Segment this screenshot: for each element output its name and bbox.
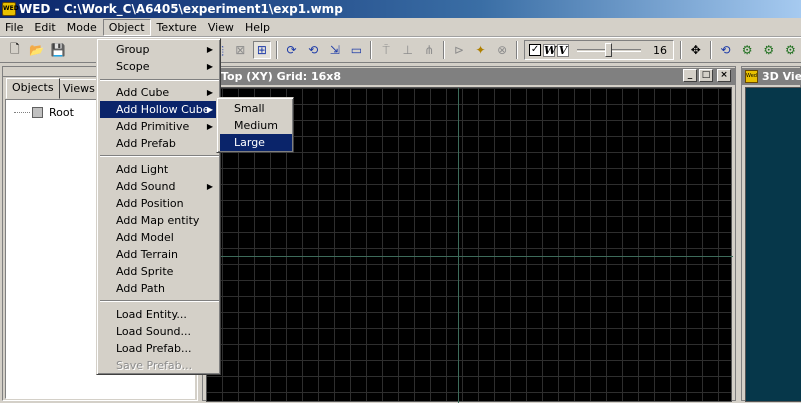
menu-separator	[100, 79, 219, 81]
toolbar-separator	[370, 41, 373, 59]
submenu-item-large[interactable]: Large	[220, 134, 292, 151]
menu-item-group[interactable]: Group ▶	[100, 41, 219, 58]
window-title: WED - C:\Work_C\A6405\experiment1\exp1.w…	[19, 2, 343, 16]
submenu-arrow-icon: ▶	[206, 122, 213, 131]
submenu-arrow-icon: ▶	[206, 45, 213, 54]
x-axis-line	[207, 256, 733, 257]
app-icon[interactable]: WED	[2, 2, 19, 16]
close-button[interactable]: ×	[717, 69, 731, 82]
menu-item-label: Add Primitive	[116, 120, 190, 133]
toolbar-separator	[709, 41, 712, 59]
slider-value: 16	[653, 43, 668, 57]
viewport-3d-canvas[interactable]	[745, 87, 801, 402]
menu-item-add-sound[interactable]: Add Sound ▶	[100, 178, 219, 195]
menu-separator	[100, 300, 219, 302]
viewport-3d: 3D View Wed	[741, 66, 801, 402]
menu-item-add-sprite[interactable]: Add Sprite	[100, 263, 219, 280]
submenu-arrow-icon: ▶	[206, 105, 213, 114]
render-icon[interactable]: ⚙	[738, 41, 756, 59]
menu-edit[interactable]: Edit	[29, 19, 60, 36]
menu-item-add-cube[interactable]: Add Cube ▶	[100, 84, 219, 101]
title-bar: WED WED - C:\Work_C\A6405\experiment1\ex…	[0, 0, 801, 18]
submenu-item-medium[interactable]: Medium	[220, 117, 292, 134]
rotate-x-icon[interactable]: ⟳	[283, 41, 301, 59]
menu-item-load-entity[interactable]: Load Entity...	[100, 306, 219, 323]
submenu-arrow-icon: ▶	[206, 62, 213, 71]
menu-item-save-prefab: Save Prefab...	[116, 359, 193, 372]
tab-objects[interactable]: Objects	[6, 78, 60, 99]
join-icon[interactable]: ⋔	[421, 41, 439, 59]
light-icon[interactable]: ✦	[472, 41, 490, 59]
tab-views[interactable]: Views	[57, 79, 101, 98]
minimize-button[interactable]: _	[683, 69, 697, 82]
mirror-icon[interactable]: ⊳	[450, 41, 468, 59]
move-tool-icon[interactable]: ⊠	[231, 41, 249, 59]
submenu-arrow-icon: ▶	[206, 182, 213, 191]
delete-icon[interactable]: ⊗	[493, 41, 511, 59]
maximize-button[interactable]: □	[699, 69, 713, 82]
tree-line	[14, 112, 30, 113]
bounding-box-icon[interactable]: ▭	[348, 41, 366, 59]
menu-file[interactable]: File	[0, 19, 28, 36]
menu-item-add-model[interactable]: Add Model	[100, 229, 219, 246]
grid-size-control: ✓ W V 16	[524, 40, 675, 60]
new-file-icon[interactable]: 🗋	[6, 41, 24, 59]
toolbar-separator	[516, 41, 519, 59]
scale-icon[interactable]: ⇲	[326, 41, 344, 59]
menu-texture[interactable]: Texture	[152, 19, 202, 36]
toolbar-separator	[275, 41, 278, 59]
menu-item-add-path[interactable]: Add Path	[100, 280, 219, 297]
menu-item-load-prefab[interactable]: Load Prefab...	[100, 340, 219, 357]
menu-item-label: Group	[116, 43, 150, 56]
menu-object[interactable]: Object	[102, 18, 151, 36]
hollow-cube-submenu: Small Medium Large	[216, 97, 294, 153]
w-toggle[interactable]: W	[543, 43, 556, 57]
menu-item-label: Add Cube	[116, 86, 170, 99]
menu-item-add-position[interactable]: Add Position	[100, 195, 219, 212]
menu-item-add-map-entity[interactable]: Add Map entity	[100, 212, 219, 229]
snap-icon[interactable]: ⊥	[399, 41, 417, 59]
menu-item-add-prefab[interactable]: Add Prefab	[100, 135, 219, 152]
grid-checkbox[interactable]: ✓	[529, 44, 542, 56]
vertex-tool-icon[interactable]: ⊞	[253, 41, 271, 59]
menu-item-label: Scope	[116, 60, 150, 73]
menu-bar: File Edit Mode Object Texture View Help	[0, 18, 801, 37]
save-icon[interactable]: 💾	[49, 41, 67, 59]
tree-item-root[interactable]: Root	[14, 106, 74, 119]
group-icon	[32, 107, 43, 118]
menu-item-label: Add Hollow Cube	[116, 103, 210, 116]
v-toggle[interactable]: V	[557, 43, 570, 57]
open-folder-icon[interactable]: 📂	[28, 41, 46, 59]
slider-thumb[interactable]	[605, 42, 613, 57]
build-icon[interactable]: ⚙	[760, 41, 778, 59]
menu-item-add-terrain[interactable]: Add Terrain	[100, 246, 219, 263]
walk-icon[interactable]: ⟲	[717, 41, 735, 59]
object-menu: Group ▶ Scope ▶ Add Cube ▶ Add Hollow Cube ▶…	[96, 38, 221, 375]
viewport-title: Top (XY) Grid: 16x8	[203, 68, 735, 85]
toolbar-separator	[680, 41, 683, 59]
menu-separator	[100, 155, 219, 157]
run-icon[interactable]: ⚙	[782, 41, 800, 59]
menu-help[interactable]: Help	[240, 19, 275, 36]
tree-item-label: Root	[49, 106, 74, 119]
menu-item-load-sound[interactable]: Load Sound...	[100, 323, 219, 340]
rotate-y-icon[interactable]: ⟲	[304, 41, 322, 59]
align-icon[interactable]: ⍑	[377, 41, 395, 59]
menu-item-label: Add Sound	[116, 180, 176, 193]
menu-item-add-primitive[interactable]: Add Primitive ▶	[100, 118, 219, 135]
menu-item-add-light[interactable]: Add Light	[100, 161, 219, 178]
pan-icon[interactable]: ✥	[687, 41, 705, 59]
grid-size-slider[interactable]	[577, 42, 642, 57]
submenu-item-small[interactable]: Small	[220, 100, 292, 117]
y-axis-line	[458, 88, 459, 403]
menu-view[interactable]: View	[203, 19, 239, 36]
submenu-arrow-icon: ▶	[206, 88, 213, 97]
toolbar-separator	[443, 41, 446, 59]
menu-mode[interactable]: Mode	[62, 19, 102, 36]
viewport-3d-icon: Wed	[745, 70, 758, 83]
menu-item-scope[interactable]: Scope ▶	[100, 58, 219, 75]
menu-item-add-hollow-cube[interactable]: Add Hollow Cube ▶	[100, 101, 219, 118]
